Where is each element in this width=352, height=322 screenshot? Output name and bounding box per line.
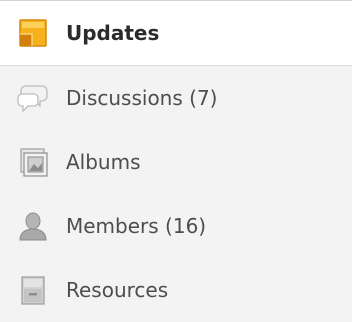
nav-item-label: Members (16): [66, 214, 207, 238]
nav-item-discussions[interactable]: Discussions (7): [0, 66, 352, 130]
nav-item-members[interactable]: Members (16): [0, 194, 352, 258]
nav-item-resources[interactable]: Resources: [0, 258, 352, 322]
nav-item-albums[interactable]: Albums: [0, 130, 352, 194]
chat-bubbles-icon: [17, 82, 49, 114]
file-cabinet-icon: [17, 274, 49, 306]
member-person-icon: [17, 210, 49, 242]
nav-item-label: Resources: [66, 278, 169, 302]
nav-item-label: Albums: [66, 150, 141, 174]
group-navigation: Updates Discussions (7) Albums Members (…: [0, 0, 352, 322]
updates-icon: [17, 17, 49, 49]
nav-item-label: Updates: [66, 21, 160, 45]
nav-item-updates[interactable]: Updates: [0, 1, 352, 66]
nav-item-label: Discussions (7): [66, 86, 218, 110]
photo-album-icon: [17, 146, 49, 178]
